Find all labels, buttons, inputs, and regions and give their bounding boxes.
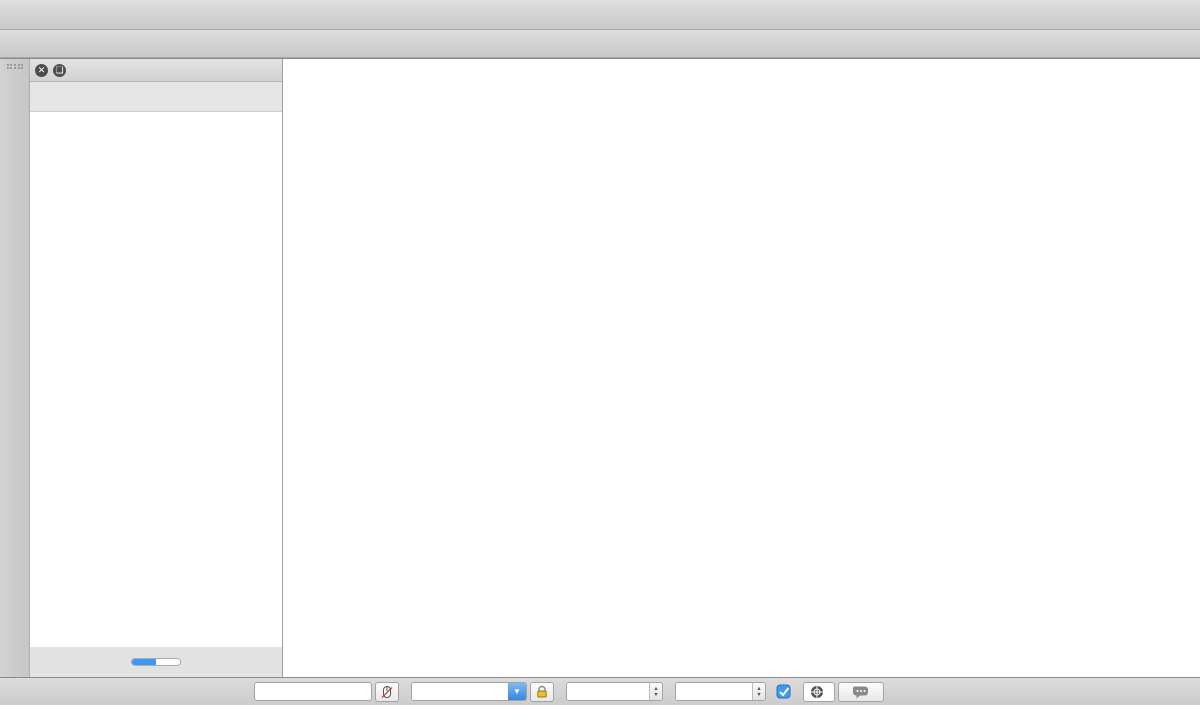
- panel-close-button[interactable]: ✕: [35, 64, 48, 77]
- mouse-position-toggle-button[interactable]: [375, 682, 399, 702]
- map-render[interactable]: [283, 59, 1200, 677]
- tab-layers-panel[interactable]: [132, 659, 156, 665]
- status-bar: ▼ ▲▼ ▲▼: [0, 677, 1200, 705]
- mouse-icon: [379, 684, 395, 700]
- panel-tab-bar: [30, 647, 282, 677]
- layers-panel-toolbar: [30, 82, 282, 112]
- scale-input[interactable]: [412, 683, 508, 700]
- rotation-stepper[interactable]: ▲▼: [752, 683, 765, 700]
- scale-combo[interactable]: ▼: [411, 682, 527, 701]
- manage-layers-toolbar: [0, 59, 30, 677]
- scale-dropdown-button[interactable]: ▼: [508, 683, 526, 700]
- coordinate-input[interactable]: [254, 682, 372, 701]
- digitizing-labeling-toolbar: [0, 30, 1200, 58]
- magnifier-input[interactable]: [567, 683, 649, 700]
- scale-lock-button[interactable]: [530, 682, 554, 702]
- globe-crs-icon: [810, 685, 824, 699]
- map-canvas[interactable]: [283, 59, 1200, 677]
- layer-tree: [30, 112, 282, 647]
- selection-message: [4, 686, 242, 698]
- magnifier-stepper[interactable]: ▲▼: [649, 683, 662, 700]
- toolbar-drag-handle[interactable]: [7, 64, 23, 69]
- main-toolbar: [0, 0, 1200, 30]
- rotation-input[interactable]: [676, 683, 752, 700]
- lock-icon: [535, 685, 549, 699]
- message-bubble-icon: [852, 685, 870, 699]
- rotation-spinbox[interactable]: ▲▼: [675, 682, 766, 701]
- qgis-window: ✕ ❏ ▼: [0, 0, 1200, 705]
- messages-button[interactable]: [838, 682, 884, 702]
- panel-float-button[interactable]: ❏: [53, 64, 66, 77]
- layers-panel: ✕ ❏: [30, 59, 283, 677]
- crs-status-button[interactable]: [803, 682, 835, 702]
- render-checkbox[interactable]: [776, 684, 791, 699]
- tab-browser-panel[interactable]: [156, 659, 180, 665]
- layers-panel-header: ✕ ❏: [30, 59, 282, 82]
- magnifier-spinbox[interactable]: ▲▼: [566, 682, 663, 701]
